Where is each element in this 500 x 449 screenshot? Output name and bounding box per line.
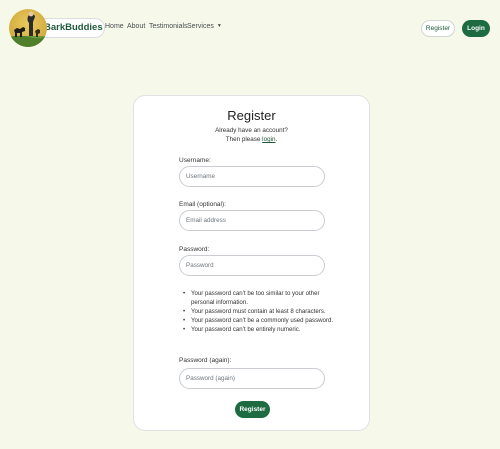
password-again-label: Password (again): [179,357,232,364]
login-button[interactable]: Login [462,20,490,37]
password-again-input[interactable]: Password (again) [179,368,325,389]
password-label: Password: [179,246,210,253]
password-help-item: Your password can’t be entirely numeric. [182,325,342,334]
login-prompt: Already have an account? [215,127,288,134]
password-help-item: Your password can’t be a commonly used p… [182,316,342,325]
password-input[interactable]: Password [179,255,325,276]
nav-link-testimonials[interactable]: Testimonials [149,23,188,30]
register-button[interactable]: Register [421,20,455,37]
nav-link-services[interactable]: Services ▼ [187,23,222,30]
page-title: Register [227,108,276,123]
password-help-list: Your password can’t be too similar to yo… [182,289,342,335]
password-help-item: Your password can’t be too similar to yo… [182,289,342,307]
email-input[interactable]: Email address [179,210,325,231]
nav-link-services-label: Services [187,23,214,30]
username-input[interactable]: Username [179,166,325,187]
nav-link-about[interactable]: About [127,23,145,30]
login-prompt-suffix: . [275,136,278,143]
brand-logo-icon [9,9,47,47]
login-prompt-prefix: Then please [225,136,263,143]
register-submit-button[interactable]: Register [235,401,270,418]
username-label: Username: [179,157,211,164]
password-help-item: Your password must contain at least 8 ch… [182,307,342,316]
nav-link-home[interactable]: Home [105,23,124,30]
login-prompt-line2: Then please login. [134,136,369,143]
login-link[interactable]: login [262,136,275,143]
brand[interactable]: BarkBuddies [9,9,105,48]
navbar: BarkBuddies Home About Testimonials Serv… [0,0,500,58]
register-card: Register Already have an account? Then p… [133,95,370,431]
caret-down-icon: ▼ [216,23,222,29]
email-label: Email (optional): [179,201,226,208]
